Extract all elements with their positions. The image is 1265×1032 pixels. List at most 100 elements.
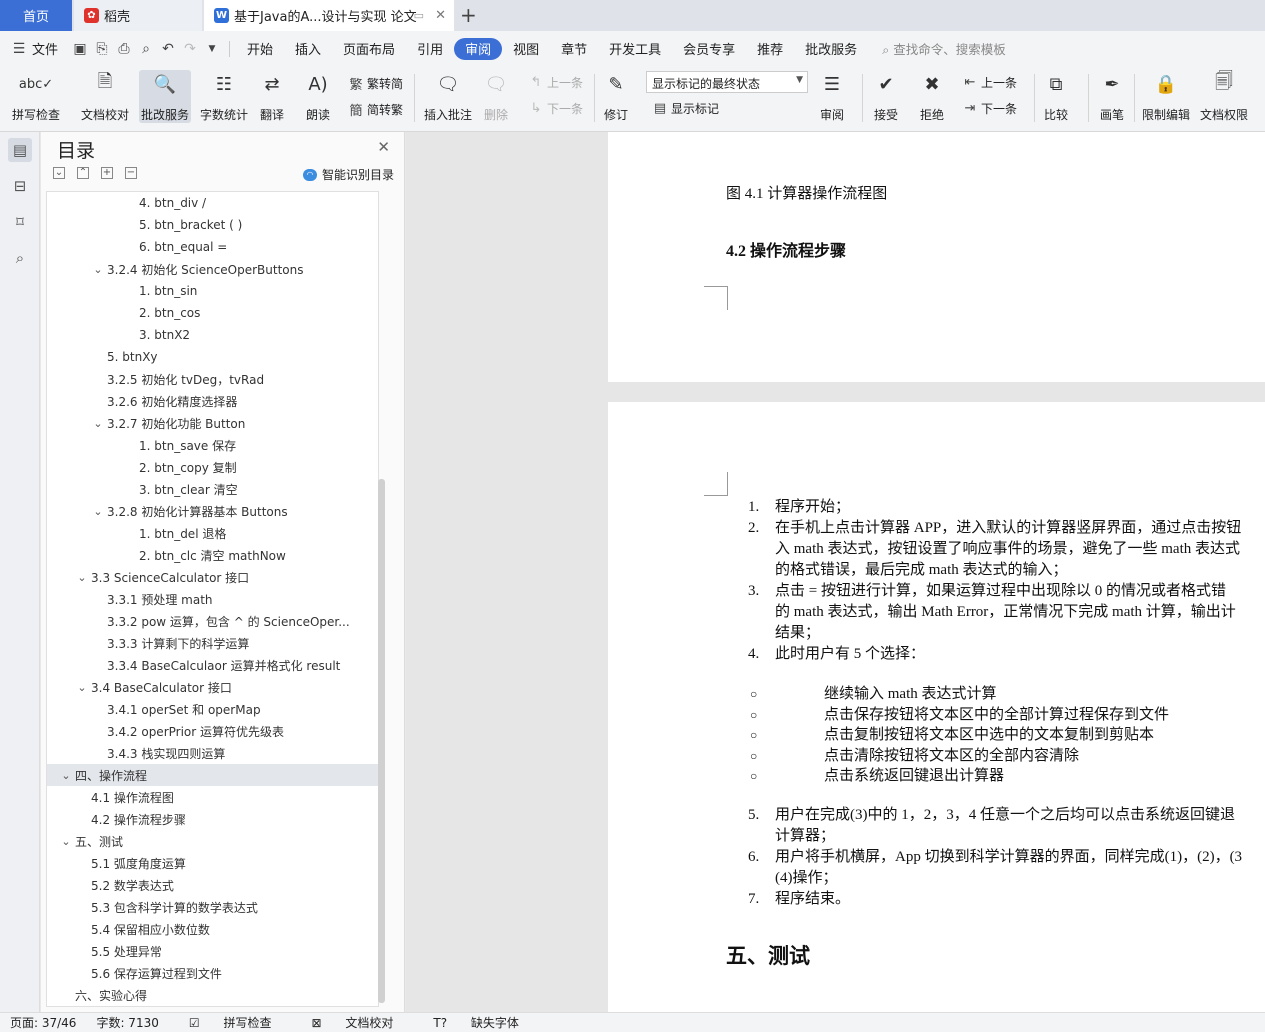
menu-start[interactable]: 开始: [236, 38, 284, 60]
export-icon[interactable]: ⎘: [91, 41, 113, 57]
toc-item[interactable]: 3.2.6 初始化精度选择器: [47, 390, 378, 412]
to-simplified-button[interactable]: 簡简转繁: [348, 100, 403, 119]
toc-item[interactable]: ⌄ 3.2.7 初始化功能 Button: [47, 412, 378, 434]
chevron-down-icon[interactable]: ⌄: [75, 571, 89, 584]
pen-button[interactable]: ✒ 画笔: [1098, 70, 1126, 123]
restrict-edit-button[interactable]: 🔒 限制编辑: [1142, 70, 1190, 123]
toc-item[interactable]: 4. btn_div /: [47, 192, 378, 214]
toc-item[interactable]: 3.4.2 operPrior 运算符优先级表: [47, 720, 378, 742]
menu-review[interactable]: 审阅: [454, 37, 503, 60]
menu-reference[interactable]: 引用: [406, 38, 454, 60]
bookmark-icon[interactable]: ⌑: [8, 210, 32, 234]
redo-icon[interactable]: ↷: [179, 41, 201, 57]
word-count-button[interactable]: ☷ 字数统计: [200, 70, 248, 123]
tab-close-icon[interactable]: ✕: [435, 8, 446, 23]
toc-item[interactable]: 2. btn_clc 清空 mathNow: [47, 544, 378, 566]
toc-scrollbar[interactable]: [378, 479, 385, 1003]
prev-change-button[interactable]: ⇤ 上一条: [962, 74, 1017, 91]
status-proofread[interactable]: ⊠ 文档校对: [301, 1014, 403, 1031]
toc-item[interactable]: 3.3.3 计算剩下的科学运算: [47, 632, 378, 654]
status-missing-font[interactable]: T? 缺失字体: [423, 1014, 529, 1031]
toc-item[interactable]: 3.3.1 预处理 math: [47, 588, 378, 610]
toc-icon[interactable]: ▤: [8, 138, 32, 162]
tab-document[interactable]: W 基于Java的A...设计与实现 论文 ▭ ✕: [204, 0, 454, 31]
toc-item[interactable]: ⌄ 四、操作流程: [47, 764, 378, 786]
correction-service-button[interactable]: 🔍 批改服务: [139, 70, 192, 123]
close-icon[interactable]: ✕: [377, 138, 390, 156]
menu-section[interactable]: 章节: [550, 38, 598, 60]
insert-comment-button[interactable]: 🗨 插入批注: [424, 70, 472, 123]
toc-item[interactable]: 5.4 保留相应小数位数: [47, 918, 378, 940]
read-aloud-button[interactable]: A) 朗读: [304, 70, 332, 123]
tab-home[interactable]: 首页: [0, 0, 72, 31]
chevron-down-icon[interactable]: ⌄: [91, 505, 105, 518]
reject-button[interactable]: ✖ 拒绝: [918, 70, 946, 123]
toc-item[interactable]: 5.1 弧度角度运算: [47, 852, 378, 874]
outline-icon[interactable]: ⊟: [8, 174, 32, 198]
track-changes-button[interactable]: ✎ 修订: [602, 70, 630, 123]
menu-devtools[interactable]: 开发工具: [598, 38, 672, 60]
spell-check-button[interactable]: abc✓ 拼写检查: [12, 70, 60, 123]
proofread-button[interactable]: 🗎 文档校对: [81, 70, 129, 123]
tab-daoke[interactable]: ✿ 稻壳: [74, 0, 202, 31]
doc-permission-button[interactable]: 🗐 文档权限: [1200, 70, 1248, 123]
toc-item[interactable]: ⌄ 五、测试: [47, 830, 378, 852]
review-pane-button[interactable]: ☰ 审阅: [818, 70, 846, 123]
toc-item[interactable]: 5.2 数学表达式: [47, 874, 378, 896]
toc-item[interactable]: 1. btn_save 保存: [47, 434, 378, 456]
compare-button[interactable]: ⧉ 比较: [1042, 70, 1070, 123]
toc-item[interactable]: 六、实验心得: [47, 984, 378, 1006]
markup-state-select[interactable]: 显示标记的最终状态 ▼: [646, 71, 808, 93]
to-traditional-button[interactable]: 繁繁转简: [348, 74, 403, 93]
toc-item[interactable]: 1. btn_sin: [47, 280, 378, 302]
toc-item[interactable]: 3. btn_clear 清空: [47, 478, 378, 500]
chevron-down-icon[interactable]: ⌄: [59, 769, 73, 782]
menu-member[interactable]: 会员专享: [672, 38, 746, 60]
collapse-all-icon[interactable]: ⌄: [53, 167, 65, 179]
show-markup-button[interactable]: ▤ 显示标记: [652, 100, 719, 117]
add-level-icon[interactable]: +: [101, 167, 113, 179]
toc-item[interactable]: 3. btnX2: [47, 324, 378, 346]
toc-item[interactable]: ⌄ 3.2.8 初始化计算器基本 Buttons: [47, 500, 378, 522]
next-change-button[interactable]: ⇥ 下一条: [962, 100, 1017, 117]
toc-item[interactable]: 3.3.4 BaseCalculaor 运算并格式化 result: [47, 654, 378, 676]
toc-item[interactable]: 2. btn_copy 复制: [47, 456, 378, 478]
menu-layout[interactable]: 页面布局: [332, 38, 406, 60]
hamburger-icon[interactable]: ☰: [8, 41, 30, 57]
status-spell-check[interactable]: ☑ 拼写检查: [179, 1014, 282, 1031]
translate-button[interactable]: ⇄ 翻译: [258, 70, 286, 123]
menu-file[interactable]: 文件: [30, 38, 69, 60]
new-tab-button[interactable]: +: [460, 3, 477, 27]
chevron-down-icon[interactable]: ⌄: [75, 681, 89, 694]
toc-item[interactable]: 3.2.5 初始化 tvDeg，tvRad: [47, 368, 378, 390]
toc-item[interactable]: ⌄ 3.4 BaseCalculator 接口: [47, 676, 378, 698]
toc-item[interactable]: 5.5 处理异常: [47, 940, 378, 962]
menu-insert[interactable]: 插入: [284, 38, 332, 60]
toc-item[interactable]: 1. btn_del 退格: [47, 522, 378, 544]
expand-all-icon[interactable]: ⌃: [77, 167, 89, 179]
toc-item[interactable]: 5.3 包含科学计算的数学表达式: [47, 896, 378, 918]
next-comment-button[interactable]: ↳ 下一条: [528, 100, 583, 117]
toc-item[interactable]: 6. btn_equal =: [47, 236, 378, 258]
toc-item[interactable]: 5.6 保存运算过程到文件: [47, 962, 378, 984]
toc-item[interactable]: 3.4.1 operSet 和 operMap: [47, 698, 378, 720]
toc-item[interactable]: 2. btn_cos: [47, 302, 378, 324]
menu-view[interactable]: 视图: [502, 38, 550, 60]
more-icon[interactable]: ▼: [201, 44, 223, 54]
toc-item[interactable]: 3.4.3 栈实现四则运算: [47, 742, 378, 764]
print-preview-icon[interactable]: ⌕: [135, 41, 157, 57]
toc-item[interactable]: ⌄ 3.3 ScienceCalculator 接口: [47, 566, 378, 588]
window-mode-icon[interactable]: ▭: [414, 9, 424, 22]
toc-item[interactable]: 5. btn_bracket ( ): [47, 214, 378, 236]
search-icon[interactable]: ⌕: [8, 246, 32, 270]
menu-recommend[interactable]: 推荐: [746, 38, 794, 60]
save-icon[interactable]: ▣: [69, 41, 91, 57]
toc-item[interactable]: ⌄ 3.2.4 初始化 ScienceOperButtons: [47, 258, 378, 280]
accept-button[interactable]: ✔ 接受: [872, 70, 900, 123]
chevron-down-icon[interactable]: ⌄: [59, 835, 73, 848]
delete-comment-button[interactable]: 🗨 删除: [482, 70, 510, 123]
toc-item[interactable]: 5. btnXy: [47, 346, 378, 368]
toc-item[interactable]: 4.2 操作流程步骤: [47, 808, 378, 830]
prev-comment-button[interactable]: ↰ 上一条: [528, 74, 583, 91]
toc-item[interactable]: 3.3.2 pow 运算，包含 ^ 的 ScienceOper...: [47, 610, 378, 632]
